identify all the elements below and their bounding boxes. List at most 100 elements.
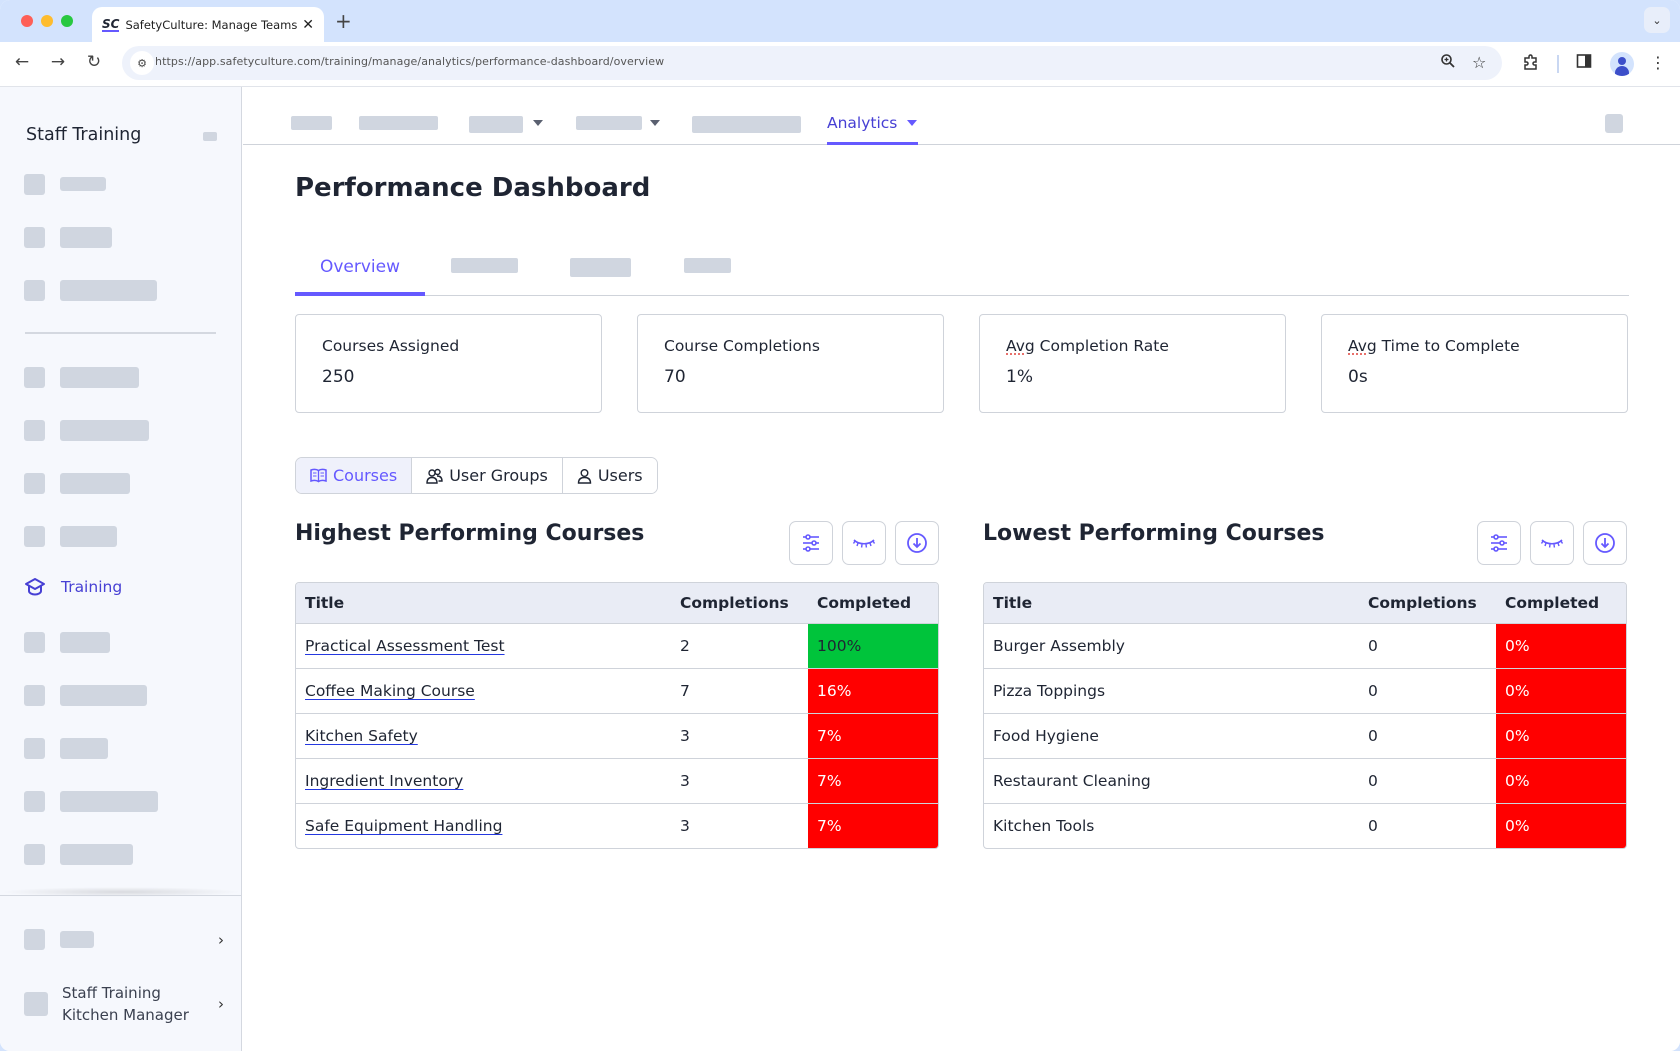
placeholder-icon [24, 472, 45, 494]
close-window-button[interactable] [21, 15, 33, 27]
nav-item[interactable] [469, 116, 523, 133]
nav-item[interactable] [576, 116, 642, 130]
forward-icon[interactable]: → [46, 52, 70, 72]
column-header-title[interactable]: Title [296, 594, 680, 612]
user-name: Staff Training [62, 984, 161, 1002]
course-link[interactable]: Coffee Making Course [305, 682, 475, 700]
sidebar-item-label: Training [61, 578, 123, 596]
column-header-title[interactable]: Title [984, 594, 1368, 612]
course-title: Burger Assembly [993, 637, 1125, 655]
sidebar-item[interactable] [24, 790, 158, 812]
cell-completed-percent: 16% [808, 669, 938, 713]
sidebar-item[interactable] [24, 737, 108, 759]
hide-columns-button[interactable] [1530, 521, 1574, 565]
sidebar-item[interactable] [24, 279, 157, 301]
sidebar-item[interactable] [24, 472, 130, 494]
course-link[interactable]: Kitchen Safety [305, 727, 418, 745]
download-button[interactable] [1583, 521, 1627, 565]
tab-placeholder[interactable] [570, 258, 631, 277]
sidebar-footer-item[interactable]: › [24, 929, 224, 950]
segment-users[interactable]: Users [562, 458, 657, 493]
site-settings-icon[interactable]: ⚙ [130, 51, 154, 75]
column-header-completions[interactable]: Completions [680, 594, 808, 612]
tab-search-icon[interactable]: ⌄ [1644, 7, 1670, 33]
sidebar-item[interactable] [24, 173, 106, 195]
nav-action-button[interactable] [1605, 114, 1623, 133]
close-tab-icon[interactable]: ✕ [302, 17, 314, 33]
column-header-completed[interactable]: Completed [1496, 594, 1626, 612]
menu-icon[interactable]: ⋮ [1650, 53, 1666, 72]
back-icon[interactable]: ← [10, 52, 34, 72]
nav-item-analytics[interactable]: Analytics [827, 112, 918, 134]
column-header-completed[interactable]: Completed [808, 594, 938, 612]
placeholder-label [60, 177, 106, 191]
tab-overview[interactable]: Overview [295, 253, 425, 297]
extensions-icon[interactable] [1522, 53, 1540, 75]
bookmark-star-icon[interactable]: ☆ [1472, 53, 1486, 72]
segment-courses[interactable]: Courses [296, 458, 413, 493]
url-text[interactable]: https://app.safetyculture.com/training/m… [155, 55, 664, 68]
browser-tab[interactable]: SC SafetyCulture: Manage Teams and... ✕ [92, 7, 324, 42]
maximize-window-button[interactable] [61, 15, 73, 27]
cell-title: Burger Assembly [984, 637, 1368, 655]
placeholder-label [60, 419, 149, 441]
table-row[interactable]: Restaurant Cleaning 0 0% [984, 758, 1626, 803]
side-panel-icon[interactable] [1576, 53, 1592, 73]
toolbar-divider [1557, 55, 1559, 73]
course-link[interactable]: Practical Assessment Test [305, 637, 505, 655]
hide-columns-button[interactable] [842, 521, 886, 565]
course-link[interactable]: Safe Equipment Handling [305, 817, 502, 835]
sidebar-item[interactable] [24, 419, 149, 441]
table-row: Practical Assessment Test 2 100% [296, 623, 938, 668]
minimize-window-button[interactable] [41, 15, 53, 27]
sidebar-item-training[interactable]: Training [24, 577, 122, 597]
table-header: Title Completions Completed [984, 583, 1626, 623]
sidebar-item[interactable] [24, 684, 147, 706]
placeholder-icon [24, 419, 45, 441]
user-profile-item[interactable]: Staff Training Kitchen Manager › [24, 982, 224, 1026]
sidebar-item[interactable] [24, 525, 117, 547]
placeholder-label [60, 843, 133, 865]
sidebar-item[interactable] [24, 631, 110, 653]
cell-title: Restaurant Cleaning [984, 772, 1368, 790]
stat-value: 0s [1348, 367, 1368, 387]
segment-label: User Groups [449, 466, 548, 485]
nav-item[interactable] [692, 116, 801, 133]
table-row[interactable]: Food Hygiene 0 0% [984, 713, 1626, 758]
tab-placeholder[interactable] [684, 258, 731, 273]
sidebar-item[interactable] [24, 226, 112, 248]
placeholder-icon [24, 173, 45, 195]
course-link[interactable]: Ingredient Inventory [305, 772, 463, 790]
cell-completions: 3 [680, 772, 690, 790]
tab-placeholder[interactable] [451, 258, 518, 273]
caret-down-icon [650, 120, 660, 126]
main-content: Analytics Performance Dashboard Overview… [243, 87, 1680, 1051]
eye-closed-icon [852, 539, 876, 548]
placeholder-label [60, 737, 108, 759]
address-bar[interactable]: ⚙ https://app.safetyculture.com/training… [122, 46, 1502, 80]
filter-button[interactable] [1477, 521, 1521, 565]
sidebar-item[interactable] [24, 843, 133, 865]
cell-title: Practical Assessment Test [296, 637, 680, 655]
cell-completions: 0 [1368, 637, 1378, 655]
placeholder-icon [24, 843, 45, 865]
cell-title: Pizza Toppings [984, 682, 1368, 700]
stat-value: 250 [322, 367, 355, 387]
nav-item[interactable] [291, 116, 332, 130]
reload-icon[interactable]: ↻ [82, 52, 106, 72]
table-row[interactable]: Pizza Toppings 0 0% [984, 668, 1626, 713]
segment-user-groups[interactable]: User Groups [412, 458, 563, 493]
profile-icon[interactable] [1610, 52, 1634, 76]
nav-item[interactable] [359, 116, 438, 130]
filter-button[interactable] [789, 521, 833, 565]
column-header-completions[interactable]: Completions [1368, 594, 1496, 612]
collapse-sidebar-button[interactable] [203, 132, 217, 141]
table-row[interactable]: Burger Assembly 0 0% [984, 623, 1626, 668]
zoom-icon[interactable] [1440, 53, 1456, 73]
cell-completed-percent: 0% [1496, 624, 1626, 668]
cell-completed-percent: 0% [1496, 669, 1626, 713]
new-tab-button[interactable]: + [335, 9, 352, 33]
download-button[interactable] [895, 521, 939, 565]
sidebar-item[interactable] [24, 366, 139, 388]
table-row[interactable]: Kitchen Tools 0 0% [984, 803, 1626, 848]
